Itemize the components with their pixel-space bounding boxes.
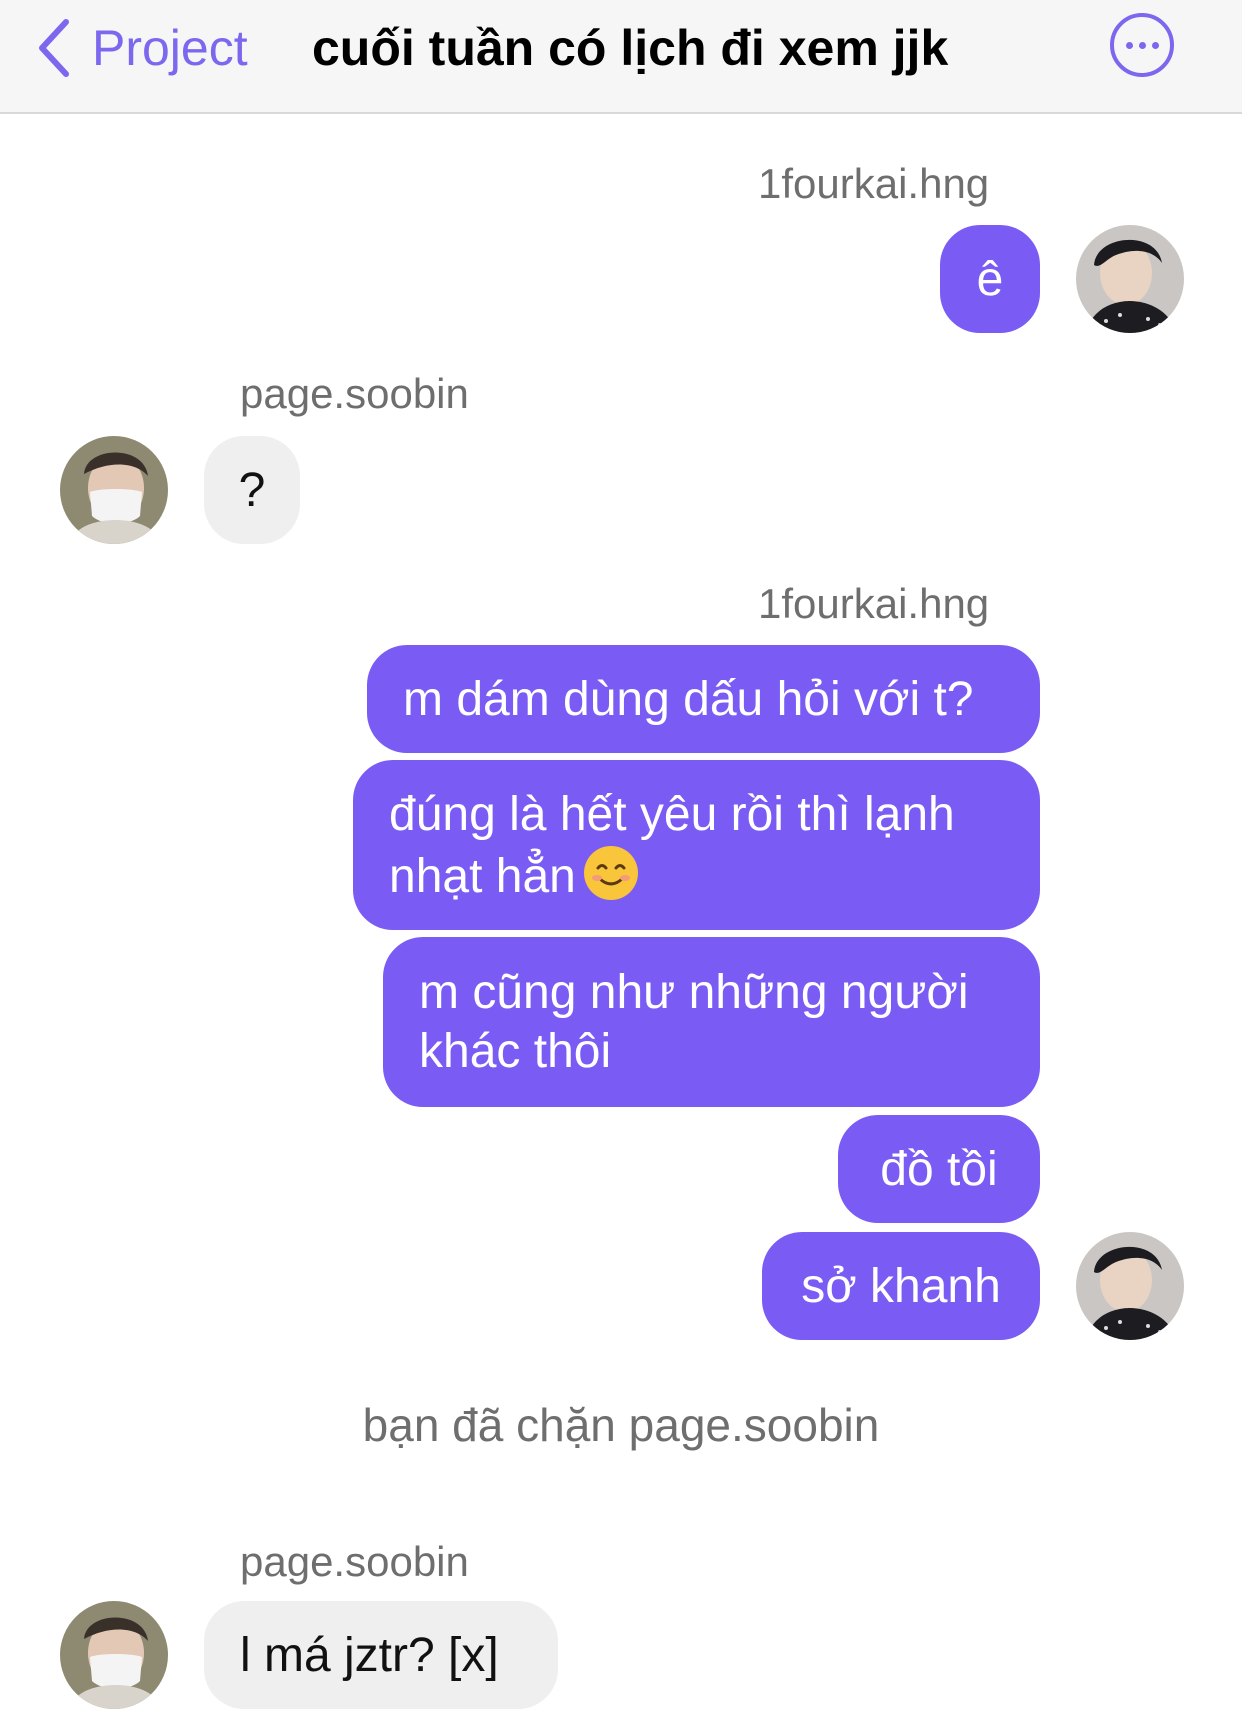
message-bubble[interactable]: ?: [204, 436, 300, 544]
chevron-left-icon: [39, 19, 69, 77]
message-bubble[interactable]: sở khanh: [762, 1232, 1040, 1340]
message-text: m cũng như những người khác thôi: [419, 966, 969, 1078]
message-bubble[interactable]: m dám dùng dấu hỏi với t?: [367, 645, 1040, 753]
message-bubble[interactable]: l má jztr? [x]: [204, 1601, 558, 1709]
avatar-page-soobin[interactable]: [60, 436, 168, 544]
back-button[interactable]: Project: [36, 16, 248, 80]
back-label: Project: [92, 20, 248, 76]
system-message: bạn đã chặn page.soobin: [362, 1399, 880, 1451]
message-bubble[interactable]: m cũng như những người khác thôi: [383, 937, 1040, 1107]
message-text: m dám dùng dấu hỏi với t?: [403, 672, 974, 726]
smiling-face-emoji-icon: [583, 845, 638, 900]
message-text: đồ tồi: [880, 1142, 998, 1196]
chat-header: Project cuối tuần có lịch đi xem jjk: [0, 0, 1242, 114]
message-text: ê: [976, 252, 1004, 306]
message-bubble[interactable]: đồ tồi: [838, 1115, 1040, 1223]
avatar-page-soobin[interactable]: [60, 1601, 168, 1709]
message-text: đúng là hết yêu rồi thì lạnh nhạt hẳn: [389, 785, 1004, 906]
sender-name: 1fourkai.hng: [758, 580, 990, 627]
sender-name: page.soobin: [240, 370, 469, 417]
avatar-1fourkai[interactable]: [1076, 225, 1184, 333]
chat-title: cuối tuần có lịch đi xem jjk: [312, 20, 949, 76]
sender-name: 1fourkai.hng: [758, 160, 990, 207]
message-bubble[interactable]: đúng là hết yêu rồi thì lạnh nhạt hẳn: [353, 760, 1040, 930]
message-bubble[interactable]: ê: [940, 225, 1040, 333]
message-text: l má jztr? [x]: [240, 1628, 499, 1682]
sender-name: page.soobin: [240, 1538, 469, 1585]
avatar-1fourkai[interactable]: [1076, 1232, 1184, 1340]
message-text: ?: [238, 463, 266, 517]
message-text: sở khanh: [801, 1259, 1001, 1313]
more-options-icon[interactable]: [1110, 13, 1174, 77]
message-text-content: đúng là hết yêu rồi thì lạnh nhạt hẳn: [389, 787, 955, 903]
